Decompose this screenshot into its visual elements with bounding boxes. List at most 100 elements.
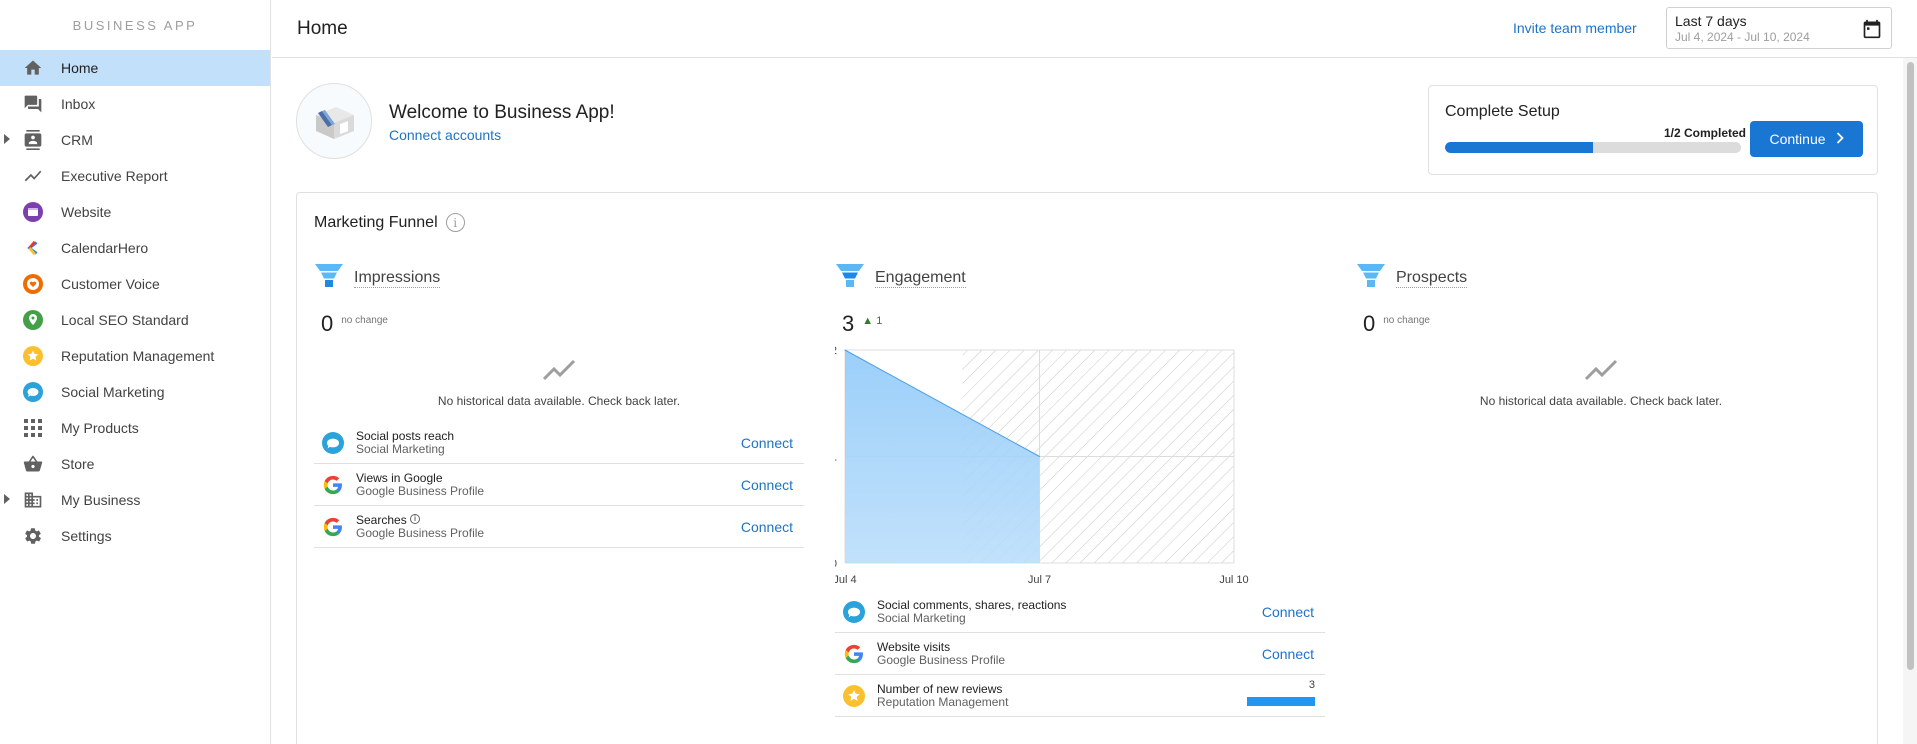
- impressions-change: no change: [341, 315, 388, 326]
- empty-message: No historical data available. Check back…: [1479, 394, 1723, 408]
- trend-icon: [22, 165, 44, 187]
- chat-icon: [22, 93, 44, 115]
- engagement-change-value: 1: [876, 315, 883, 327]
- list-item: Number of new reviews Reputation Manageme…: [835, 675, 1325, 717]
- prospects-column: Prospects 0 no change No historical data…: [1356, 263, 1846, 408]
- gear-icon: [22, 525, 44, 547]
- sidebar-item-website[interactable]: Website: [0, 194, 270, 230]
- sidebar-item-my-business[interactable]: My Business: [0, 482, 270, 518]
- x-tick-label: Jul 10: [1219, 574, 1248, 586]
- funnel-title: Marketing Funnel: [314, 213, 438, 231]
- list-item: Social comments, shares, reactions Social…: [835, 591, 1325, 633]
- prospects-change: no change: [1383, 315, 1430, 326]
- setup-progress-bar: [1445, 142, 1741, 153]
- sidebar-item-social-marketing[interactable]: Social Marketing: [0, 374, 270, 410]
- row-subtitle: Social Marketing: [356, 441, 445, 456]
- connect-button[interactable]: Connect: [1262, 646, 1314, 662]
- expand-caret-icon[interactable]: [4, 134, 10, 144]
- sidebar-item-label: Executive Report: [61, 168, 168, 184]
- row-subtitle: Google Business Profile: [356, 525, 485, 540]
- page-scrollbar[interactable]: [1903, 58, 1917, 744]
- expand-caret-icon[interactable]: [4, 494, 10, 504]
- calendar-icon[interactable]: [1862, 19, 1882, 44]
- engagement-column: Engagement 3 ▲ 1 012Jul 4Jul 7Jul: [831, 263, 1325, 717]
- continue-button[interactable]: Continue: [1750, 121, 1863, 157]
- chart-placeholder-icon: [1584, 359, 1618, 385]
- setup-progress-label: 1/2 Completed: [1663, 126, 1746, 140]
- row-subtitle: Social Marketing: [877, 610, 966, 625]
- social-icon: [22, 381, 44, 403]
- building-icon: [22, 489, 44, 511]
- sidebar-item-customer-voice[interactable]: Customer Voice: [0, 266, 270, 302]
- sidebar-item-reputation[interactable]: Reputation Management: [0, 338, 270, 374]
- sidebar-item-inbox[interactable]: Inbox: [0, 86, 270, 122]
- sidebar-item-store[interactable]: Store: [0, 446, 270, 482]
- reviews-count: 3: [1308, 679, 1315, 691]
- list-item: Social posts reach Social Marketing Conne…: [314, 422, 804, 464]
- impressions-title[interactable]: Impressions: [354, 269, 441, 288]
- engagement-title[interactable]: Engagement: [875, 269, 966, 288]
- invite-team-member-link[interactable]: Invite team member: [1513, 20, 1637, 36]
- impressions-empty-state: No historical data available. Check back…: [314, 359, 804, 408]
- setup-progress-fill: [1445, 142, 1593, 153]
- engagement-header: Engagement: [835, 263, 1325, 293]
- setup-title: Complete Setup: [1445, 103, 1560, 120]
- sidebar-item-label: Local SEO Standard: [61, 312, 189, 328]
- sidebar-item-label: CRM: [61, 132, 93, 148]
- sidebar-item-my-products[interactable]: My Products: [0, 410, 270, 446]
- engagement-point: [1039, 456, 1040, 457]
- connect-button[interactable]: Connect: [741, 477, 793, 493]
- continue-label: Continue: [1769, 131, 1826, 147]
- complete-setup-card: Complete Setup 1/2 Completed Continue: [1428, 85, 1878, 175]
- row-title-text: Searches: [356, 512, 407, 527]
- brand-label: BUSINESS APP: [72, 18, 198, 33]
- engagement-chart-svg: 0 1 2 Jul 4 Jul 7 Jul 10: [831, 345, 1249, 586]
- impressions-value: 0: [321, 311, 334, 336]
- sidebar-item-crm[interactable]: CRM: [0, 122, 270, 158]
- connect-button[interactable]: Connect: [741, 519, 793, 535]
- x-tick-label: Jul 4: [835, 574, 857, 586]
- sidebar-item-local-seo[interactable]: Local SEO Standard: [0, 302, 270, 338]
- page-title: Home: [297, 18, 348, 39]
- pin-icon: [22, 309, 44, 331]
- marketing-funnel-panel: Marketing Funnel i Impressions 0 no chan…: [296, 192, 1878, 744]
- row-subtitle: Reputation Management: [877, 694, 1009, 709]
- sidebar-item-label: CalendarHero: [61, 240, 149, 256]
- date-range-dates: Jul 4, 2024 - Jul 10, 2024: [1675, 30, 1810, 44]
- welcome-title: Welcome to Business App!: [389, 102, 615, 123]
- y-tick-label: 0: [835, 558, 837, 570]
- google-icon: [843, 643, 865, 665]
- engagement-point: [844, 349, 846, 351]
- y-tick-label: 1: [835, 452, 837, 464]
- date-range-picker[interactable]: Last 7 days Jul 4, 2024 - Jul 10, 2024: [1666, 7, 1892, 49]
- sidebar-item-home[interactable]: Home: [0, 50, 270, 86]
- prospects-empty-state: No historical data available. Check back…: [1356, 359, 1846, 408]
- sidebar-item-label: Customer Voice: [61, 276, 160, 292]
- google-icon: [322, 474, 344, 496]
- sidebar-item-label: Website: [61, 204, 112, 220]
- impressions-column: Impressions 0 no change No historical da…: [314, 263, 804, 548]
- impressions-metric: 0 no change: [314, 311, 804, 341]
- connect-button[interactable]: Connect: [741, 435, 793, 451]
- prospects-title[interactable]: Prospects: [1396, 269, 1468, 288]
- row-subtitle: Google Business Profile: [877, 652, 1006, 667]
- connect-accounts-link[interactable]: Connect accounts: [389, 127, 501, 143]
- info-icon[interactable]: i: [410, 513, 421, 524]
- sidebar-item-calendarhero[interactable]: CalendarHero: [0, 230, 270, 266]
- row-title: Searches i: [356, 512, 484, 527]
- google-icon: [322, 516, 344, 538]
- row-title: Social comments, shares, reactions: [877, 597, 1067, 612]
- prospects-header: Prospects: [1356, 263, 1846, 293]
- list-item: Views in Google Google Business Profile C…: [314, 464, 804, 506]
- scrollbar-thumb[interactable]: [1907, 62, 1914, 670]
- star-icon: [843, 684, 865, 707]
- reviews-bar: [1247, 697, 1315, 706]
- info-icon[interactable]: i: [445, 213, 465, 232]
- funnel-icon: [1356, 263, 1386, 294]
- sidebar-item-executive-report[interactable]: Executive Report: [0, 158, 270, 194]
- connect-button[interactable]: Connect: [1262, 604, 1314, 620]
- sidebar: BUSINESS APP Home Inbox CRM Executive Re…: [0, 0, 271, 744]
- sidebar-item-settings[interactable]: Settings: [0, 518, 270, 554]
- storefront-illustration: [296, 83, 372, 159]
- chevron-right-icon: [1836, 131, 1844, 147]
